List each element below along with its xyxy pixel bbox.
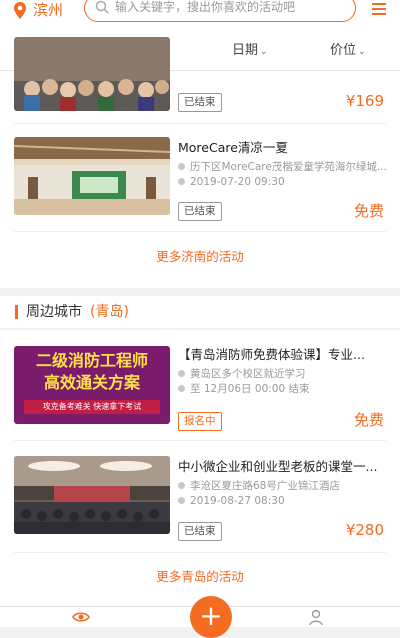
event-time-text: 2019-07-20 09:30 [190,176,285,188]
chevron-down-icon: ⌄ [260,47,268,57]
banner-line3: 攻克备考难关 快速拿下考试 [24,400,160,414]
nearby-cities-header: 周边城市 (青岛) [0,296,400,328]
divider [14,440,386,441]
clock-dot-icon [178,385,185,392]
filter-date[interactable]: 日期 ⌄ [232,42,268,61]
event-location: 李沧区夏庄路68号广业锦江酒店 [178,479,388,493]
clock-dot-icon [178,497,185,504]
location-dot-icon [178,482,185,489]
profile-icon[interactable] [308,609,324,625]
event-location: 黄岛区多个校区就近学习 [178,367,388,381]
filter-date-label: 日期 [232,43,259,58]
city-selector[interactable]: 滨州 [33,0,63,20]
event-title[interactable]: 中小微企业和创业型老板的课堂一... [178,458,388,476]
create-event-button[interactable]: + [190,596,232,638]
section-city: (青岛) [90,304,129,320]
event-location-text: 历下区MoreCare茂楷爱童学苑海尔绿城... [190,161,387,173]
event-price: ¥169 [345,92,384,110]
section-title-text: 周边城市 [26,304,82,320]
search-input[interactable]: 输入关键字，搜出你喜欢的活动吧 [84,0,356,22]
event-location-text: 李沧区夏庄路68号广业锦江酒店 [190,480,340,492]
eye-icon[interactable] [72,611,90,623]
location-pin-icon[interactable] [13,2,27,20]
event-thumbnail[interactable]: 二级消防工程师 高效通关方案 攻克备考难关 快速拿下考试 [14,346,170,424]
more-local-events-link[interactable]: 更多济南的活动 [0,248,400,266]
location-dot-icon [178,163,185,170]
event-status-badge: 报名中 [178,412,222,431]
more-nearby-events-link[interactable]: 更多青岛的活动 [0,568,400,586]
event-thumbnail[interactable] [14,137,170,215]
event-price: 免费 [353,411,384,429]
event-banner: 二级消防工程师 高效通关方案 攻克备考难关 快速拿下考试 [14,346,170,424]
event-status-badge: 已结束 [178,93,222,112]
divider [14,231,386,232]
banner-line1: 二级消防工程师 [35,351,148,370]
divider [14,123,386,124]
event-time-text: 至 12月06日 00:00 结束 [190,383,310,395]
filter-price-label: 价位 [330,43,357,58]
section-title: 周边城市 (青岛) [26,303,129,321]
top-bar: 滨州 输入关键字，搜出你喜欢的活动吧 [0,0,400,34]
event-location: 历下区MoreCare茂楷爱童学苑海尔绿城... [178,160,388,174]
event-title[interactable]: MoreCare清凉一夏 [178,139,388,157]
event-time: 2019-08-27 08:30 [178,494,388,508]
event-time: 至 12月06日 00:00 结束 [178,382,388,396]
local-events-panel: 已结束 ¥169 MoreCare清凉一夏 历下区MoreCare茂楷爱童学苑海… [0,37,400,288]
search-icon [95,0,109,14]
event-title[interactable]: 【青岛消防师免费体验课】专业... [178,346,388,364]
divider [14,552,386,553]
section-accent-bar [15,305,18,319]
location-dot-icon [178,370,185,377]
plus-icon: + [199,599,223,632]
event-price: ¥280 [345,521,384,539]
event-time: 2019-07-20 09:30 [178,175,388,189]
event-thumbnail[interactable] [14,456,170,534]
event-status-badge: 已结束 [178,202,222,221]
event-status-badge: 已结束 [178,522,222,541]
event-thumbnail[interactable] [14,37,170,111]
nearby-events-panel: 二级消防工程师 高效通关方案 攻克备考难关 快速拿下考试 【青岛消防师免费体验课… [0,330,400,606]
chevron-down-icon: ⌄ [358,47,366,57]
search-placeholder: 输入关键字，搜出你喜欢的活动吧 [115,0,296,14]
banner-line2: 高效通关方案 [43,373,140,392]
clock-dot-icon [178,178,185,185]
event-time-text: 2019-08-27 08:30 [190,495,285,507]
menu-icon[interactable] [372,3,386,15]
filter-price[interactable]: 价位 ⌄ [330,42,366,61]
event-price: 免费 [353,202,384,220]
event-location-text: 黄岛区多个校区就近学习 [190,368,306,380]
